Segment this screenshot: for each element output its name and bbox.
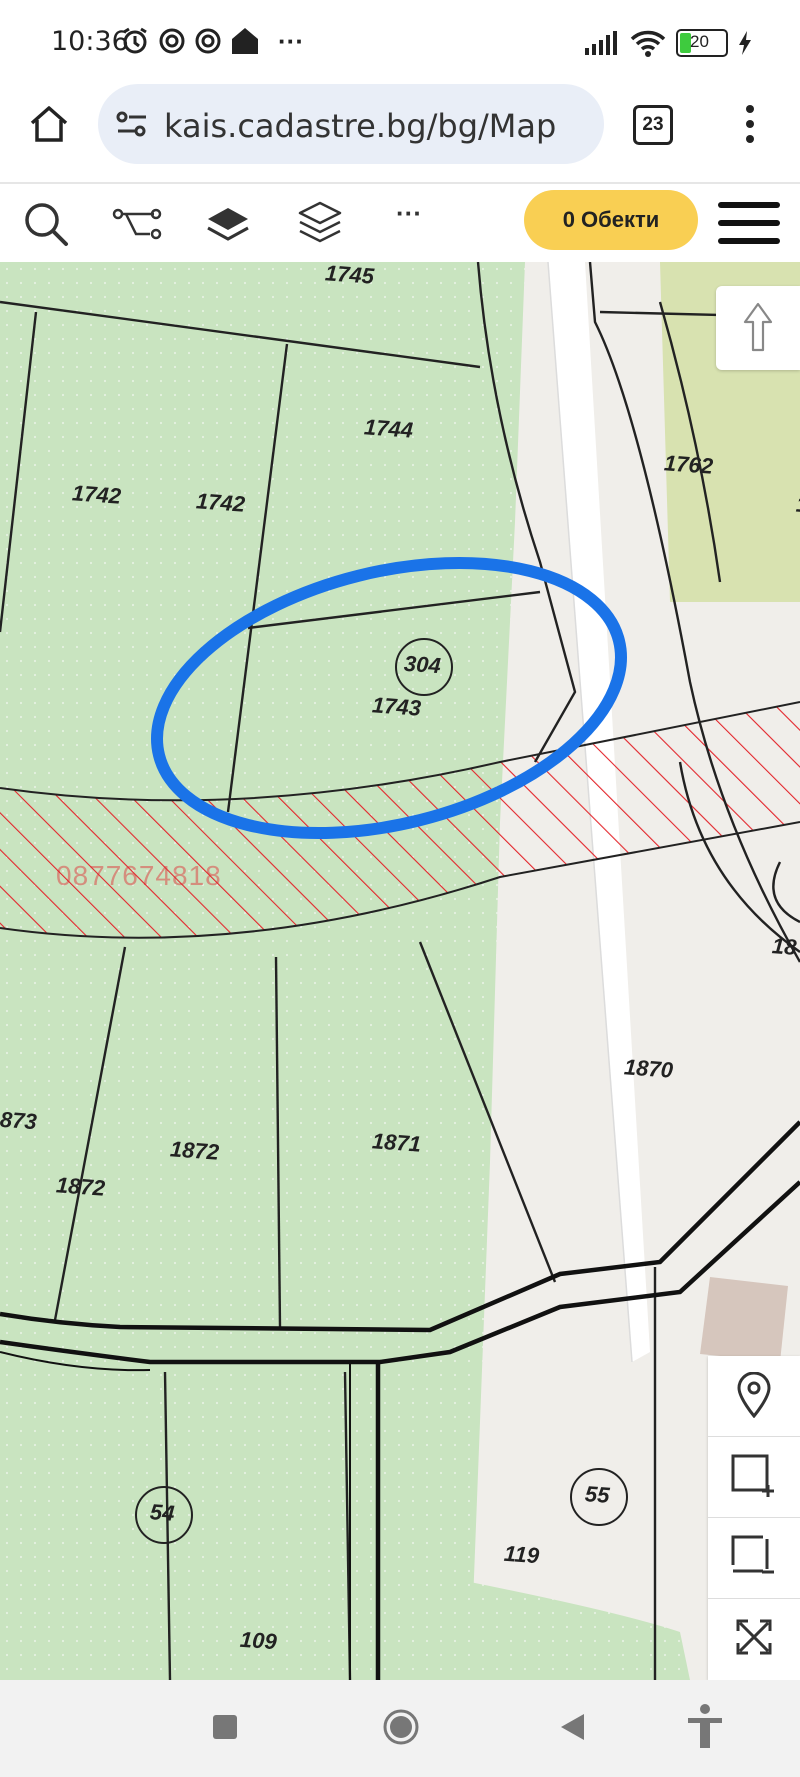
recents-icon[interactable] <box>212 1714 238 1740</box>
parcel-label: 1872 <box>169 1136 220 1165</box>
parcel-label: 1743 <box>371 692 422 721</box>
parcel-label: 1745 <box>324 262 375 289</box>
accessibility-icon[interactable] <box>686 1704 724 1750</box>
zoom-out-square-icon <box>731 1535 774 1574</box>
zoom-in-square-icon <box>731 1454 774 1497</box>
target-icon <box>195 28 221 54</box>
browser-menu-icon[interactable] <box>744 104 756 144</box>
tab-switcher-button[interactable]: 23 <box>633 105 673 145</box>
site-settings-icon[interactable] <box>116 109 148 139</box>
layers-outline-icon[interactable] <box>296 200 344 246</box>
battery-indicator: 20 <box>676 29 728 57</box>
battery-level: 20 <box>690 32 709 51</box>
circled-label: 55 <box>584 1481 611 1508</box>
fullscreen-icon <box>736 1619 772 1655</box>
parcel-label: 1744 <box>363 414 414 443</box>
home-nav-icon[interactable] <box>382 1708 420 1746</box>
system-nav-bar <box>0 1680 800 1777</box>
charging-icon <box>739 31 751 55</box>
locate-button[interactable] <box>708 1356 800 1437</box>
parcel-label: 1762 <box>663 450 714 479</box>
wifi-icon <box>630 30 666 57</box>
parcel-label: 1871 <box>371 1128 422 1157</box>
zoom-out-area-button[interactable] <box>708 1518 800 1599</box>
parcel-label: 1872 <box>55 1172 106 1201</box>
status-bar: 10:36 ··· 20 <box>0 0 800 84</box>
map-toolbar: ··· 0 Обекти <box>0 184 800 262</box>
north-button[interactable] <box>716 286 800 370</box>
parcel-label: 1742 <box>195 488 246 517</box>
parcel-label: 1742 <box>71 480 122 509</box>
hamburger-menu-icon[interactable] <box>718 200 780 246</box>
cadastral-map[interactable]: 1745 1744 1742 1742 1743 1762 1870 1871 … <box>0 262 800 1680</box>
status-time: 10:36 <box>51 26 129 57</box>
signal-icon <box>585 31 617 55</box>
home-filled-icon <box>232 28 258 54</box>
url-text[interactable]: kais.cadastre.bg/bg/Map <box>164 107 556 145</box>
parcel-label: 1870 <box>623 1054 674 1083</box>
parcel-label: 1 <box>795 491 800 518</box>
back-icon[interactable] <box>558 1712 586 1742</box>
home-icon[interactable] <box>28 104 70 144</box>
parcel-label: 119 <box>503 1540 540 1569</box>
fullscreen-button[interactable] <box>708 1599 800 1679</box>
parcel-label: 109 <box>239 1626 278 1655</box>
circled-label: 304 <box>403 650 442 679</box>
parcel-label: 873 <box>0 1106 38 1135</box>
notification-overflow: ··· <box>278 25 304 56</box>
map-side-tools <box>708 1356 800 1680</box>
zoom-in-area-button[interactable] <box>708 1437 800 1518</box>
browser-toolbar: kais.cadastre.bg/bg/Map 23 <box>0 84 800 184</box>
parcel-label: 18 <box>771 933 798 960</box>
watermark-phone: 0877674818 <box>56 860 222 891</box>
search-icon[interactable] <box>22 200 70 248</box>
target-icon <box>159 28 185 54</box>
circled-label: 54 <box>149 1499 176 1526</box>
objects-button[interactable]: 0 Обекти <box>524 190 698 250</box>
route-icon[interactable] <box>112 206 162 242</box>
toolbar-more[interactable]: ··· <box>396 198 422 229</box>
layers-filled-icon[interactable] <box>204 204 252 244</box>
arrow-up-icon <box>743 302 773 352</box>
alarm-icon <box>123 27 147 54</box>
location-pin-icon <box>737 1372 771 1418</box>
